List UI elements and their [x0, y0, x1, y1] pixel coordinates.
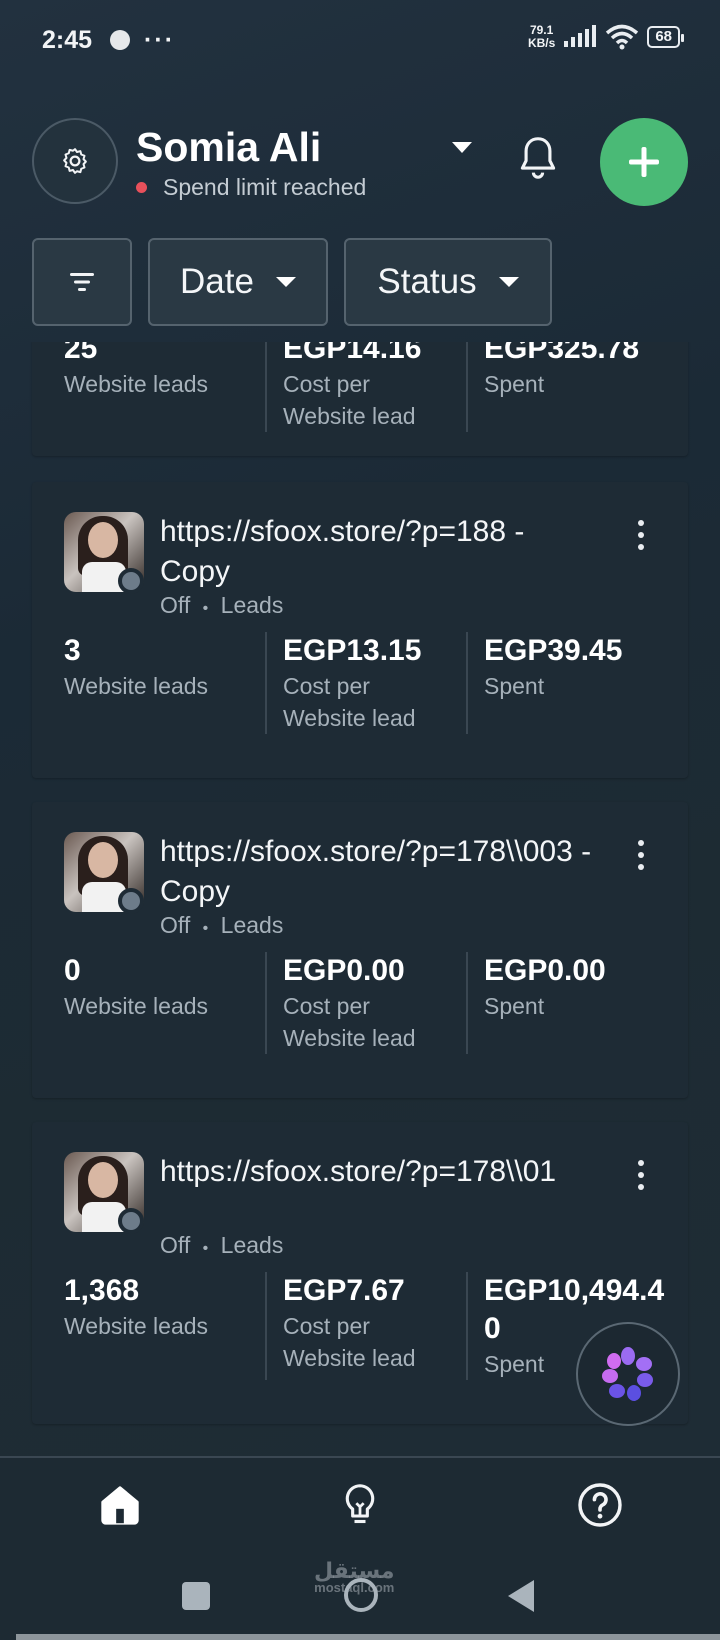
metric-label: Spent [484, 673, 545, 699]
metric-label: Cost per Website lead [283, 1313, 416, 1371]
nav-insights[interactable] [320, 1465, 400, 1545]
metric-spent: EGP325.78 Spent [466, 342, 667, 432]
account-name[interactable]: Somia Ali [136, 124, 321, 171]
account-header: Somia Ali Spend limit reached [0, 110, 720, 210]
off-status-dot-icon [118, 568, 144, 594]
spend-status-text: Spend limit reached [163, 174, 367, 200]
filter-row: Date Status [32, 238, 552, 326]
wifi-icon [606, 24, 639, 50]
filter-icon [70, 273, 94, 291]
chevron-down-icon [275, 277, 296, 287]
nav-home[interactable] [80, 1465, 160, 1545]
more-options-icon[interactable] [638, 1160, 646, 1190]
metric-label: Website leads [64, 673, 209, 699]
metric-label: Spent [484, 371, 545, 397]
metric-label: Website leads [64, 1313, 209, 1339]
home-icon [101, 1486, 139, 1525]
spend-status: Spend limit reached [136, 174, 366, 201]
ad-card-header: https://sfoox.store/?p=178\\003 - Copy O… [32, 802, 688, 938]
clock: 2:45 [42, 25, 93, 54]
ad-title[interactable]: https://sfoox.store/?p=188 - Copy [160, 512, 600, 592]
metric-value: 0 [64, 954, 81, 987]
bottom-navigation [0, 1456, 720, 1552]
account-dropdown-caret-icon[interactable] [452, 142, 472, 153]
metric-value: EGP0.00 [283, 954, 405, 987]
date-filter-button[interactable]: Date [148, 238, 328, 326]
network-speed: 79.1 KB/s [527, 23, 556, 50]
metric-label: Cost per Website lead [283, 993, 416, 1051]
create-ad-button[interactable] [600, 118, 688, 206]
notification-dot-icon [110, 30, 131, 50]
metric-label: Website leads [64, 371, 209, 397]
home-circle-icon[interactable] [344, 1578, 378, 1612]
status-bar: 2:45 ··· 79.1 KB/s 68 [0, 0, 720, 80]
more-options-icon[interactable] [638, 840, 646, 870]
settings-button[interactable] [32, 118, 118, 204]
metric-label: Cost per Website lead [283, 371, 416, 429]
metric-value: EGP14.16 [283, 342, 422, 365]
assistant-flower-icon [602, 1347, 653, 1401]
off-status-dot-icon [118, 1208, 144, 1234]
ad-card[interactable]: https://sfoox.store/?p=178\\003 - Copy O… [32, 802, 688, 1098]
ad-card[interactable]: 25 Website leads EGP14.16 Cost per Websi… [32, 342, 688, 456]
metric-leads: 3 Website leads [64, 632, 265, 734]
recent-apps-icon[interactable] [182, 1582, 210, 1610]
metric-label: Cost per Website lead [283, 673, 416, 731]
metric-cost-per-lead: EGP13.15 Cost per Website lead [265, 632, 466, 734]
screen-edge-bar [16, 1634, 720, 1640]
ad-title[interactable]: https://sfoox.store/?p=178\\003 - Copy [160, 832, 600, 912]
metric-value: 3 [64, 634, 81, 667]
metric-value: EGP7.67 [283, 1274, 405, 1307]
metric-label: Website leads [64, 993, 209, 1019]
more-options-icon[interactable] [638, 520, 646, 550]
off-status-dot-icon [118, 888, 144, 914]
ad-metrics: 25 Website leads EGP14.16 Cost per Websi… [32, 342, 688, 432]
metric-leads: 1,368 Website leads [64, 1272, 265, 1380]
lightbulb-icon [345, 1484, 375, 1524]
status-filter-button[interactable]: Status [344, 238, 552, 326]
ad-subtitle: Off • Leads [160, 1232, 284, 1258]
signal-icon [564, 25, 597, 47]
metric-spent: EGP0.00 Spent [466, 952, 667, 1054]
filter-button[interactable] [32, 238, 132, 326]
ad-subtitle: Off • Leads [160, 592, 284, 618]
metric-value: EGP39.45 [484, 634, 623, 667]
metric-leads: 25 Website leads [64, 342, 265, 432]
metric-value: 1,368 [64, 1274, 140, 1307]
status-filter-label: Status [377, 262, 477, 301]
ad-title[interactable]: https://sfoox.store/?p=178\\01 [160, 1152, 600, 1192]
ai-assistant-button[interactable] [576, 1322, 680, 1426]
metric-cost-per-lead: EGP0.00 Cost per Website lead [265, 952, 466, 1054]
plus-icon [629, 147, 659, 177]
metric-leads: 0 Website leads [64, 952, 265, 1054]
status-icons: 79.1 KB/s 68 [527, 23, 684, 50]
back-icon[interactable] [508, 1580, 534, 1612]
ad-card-header: https://sfoox.store/?p=188 - Copy Off • … [32, 482, 688, 618]
metric-cost-per-lead: EGP7.67 Cost per Website lead [265, 1272, 466, 1380]
metric-value: EGP0.00 [484, 954, 606, 987]
metric-value: EGP13.15 [283, 634, 422, 667]
battery-indicator: 68 [647, 26, 684, 48]
more-notifications-icon: ··· [144, 25, 176, 54]
nav-help[interactable] [560, 1465, 640, 1545]
ad-metrics: 3 Website leads EGP13.15 Cost per Websit… [32, 632, 688, 734]
chevron-down-icon [498, 277, 519, 287]
date-filter-label: Date [180, 262, 254, 301]
metric-value: EGP325.78 [484, 342, 640, 365]
ad-card-header: https://sfoox.store/?p=178\\01 Off • Lea… [32, 1122, 688, 1258]
notifications-button[interactable] [516, 134, 560, 187]
gear-icon [63, 148, 87, 174]
ad-subtitle: Off • Leads [160, 912, 284, 938]
metric-value: 25 [64, 342, 98, 365]
alert-dot-icon [136, 182, 147, 193]
bell-icon [520, 137, 556, 179]
metric-cost-per-lead: EGP14.16 Cost per Website lead [265, 342, 466, 432]
ads-list[interactable]: 25 Website leads EGP14.16 Cost per Websi… [0, 342, 720, 1456]
ad-metrics: 0 Website leads EGP0.00 Cost per Website… [32, 952, 688, 1054]
system-navigation-bar: مستقل mostaql.com [0, 1552, 720, 1640]
ad-card[interactable]: https://sfoox.store/?p=188 - Copy Off • … [32, 482, 688, 778]
metric-label: Spent [484, 993, 545, 1019]
metric-spent: EGP39.45 Spent [466, 632, 667, 734]
help-icon [578, 1483, 622, 1527]
